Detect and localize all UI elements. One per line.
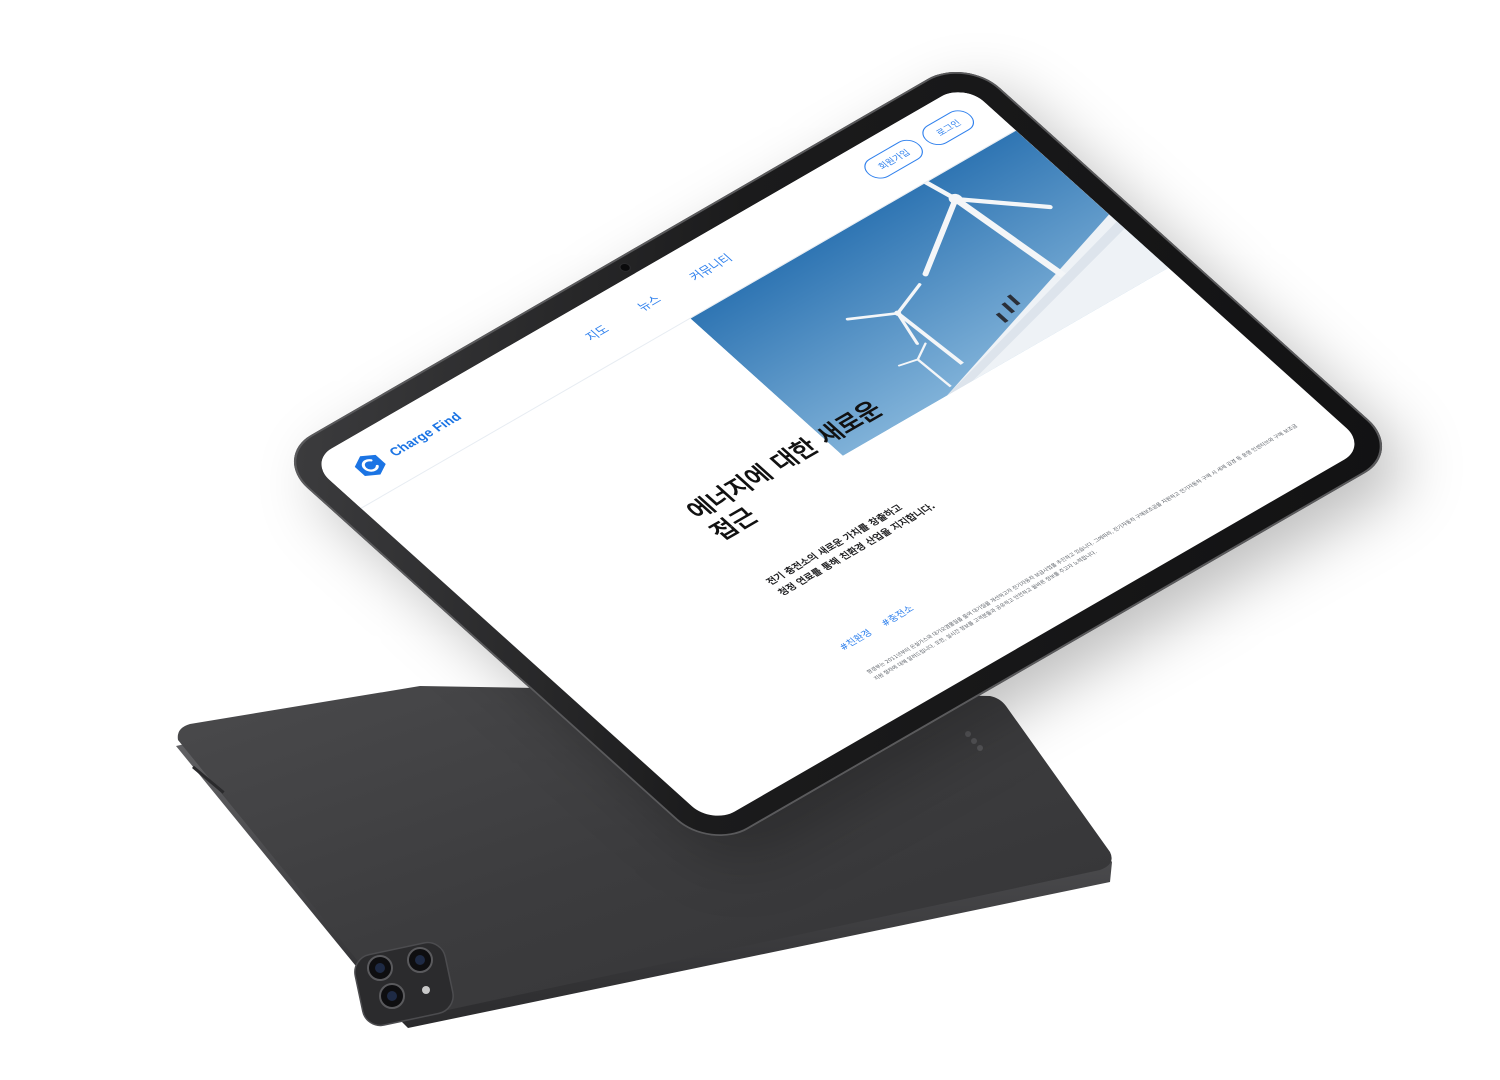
nav-item-community[interactable]: 커뮤니티 (685, 250, 737, 284)
brand-name: Charge Find (385, 409, 465, 459)
signup-button[interactable]: 회원가입 (858, 135, 930, 183)
hashtag-eco[interactable]: #친환경 (835, 626, 875, 653)
stage: Charge Find 지도 뉴스 커뮤니티 회원가입 로그인 에너지에 대한 … (0, 0, 1500, 1080)
nav-item-map[interactable]: 지도 (581, 321, 613, 344)
hashtag-charging-station[interactable]: #충전소 (876, 602, 917, 629)
hexagon-c-logo-icon (347, 449, 393, 483)
hashtag-list: #친환경 #충전소 (835, 602, 917, 653)
login-button[interactable]: 로그인 (916, 106, 981, 150)
nav-item-news[interactable]: 뉴스 (633, 291, 665, 314)
